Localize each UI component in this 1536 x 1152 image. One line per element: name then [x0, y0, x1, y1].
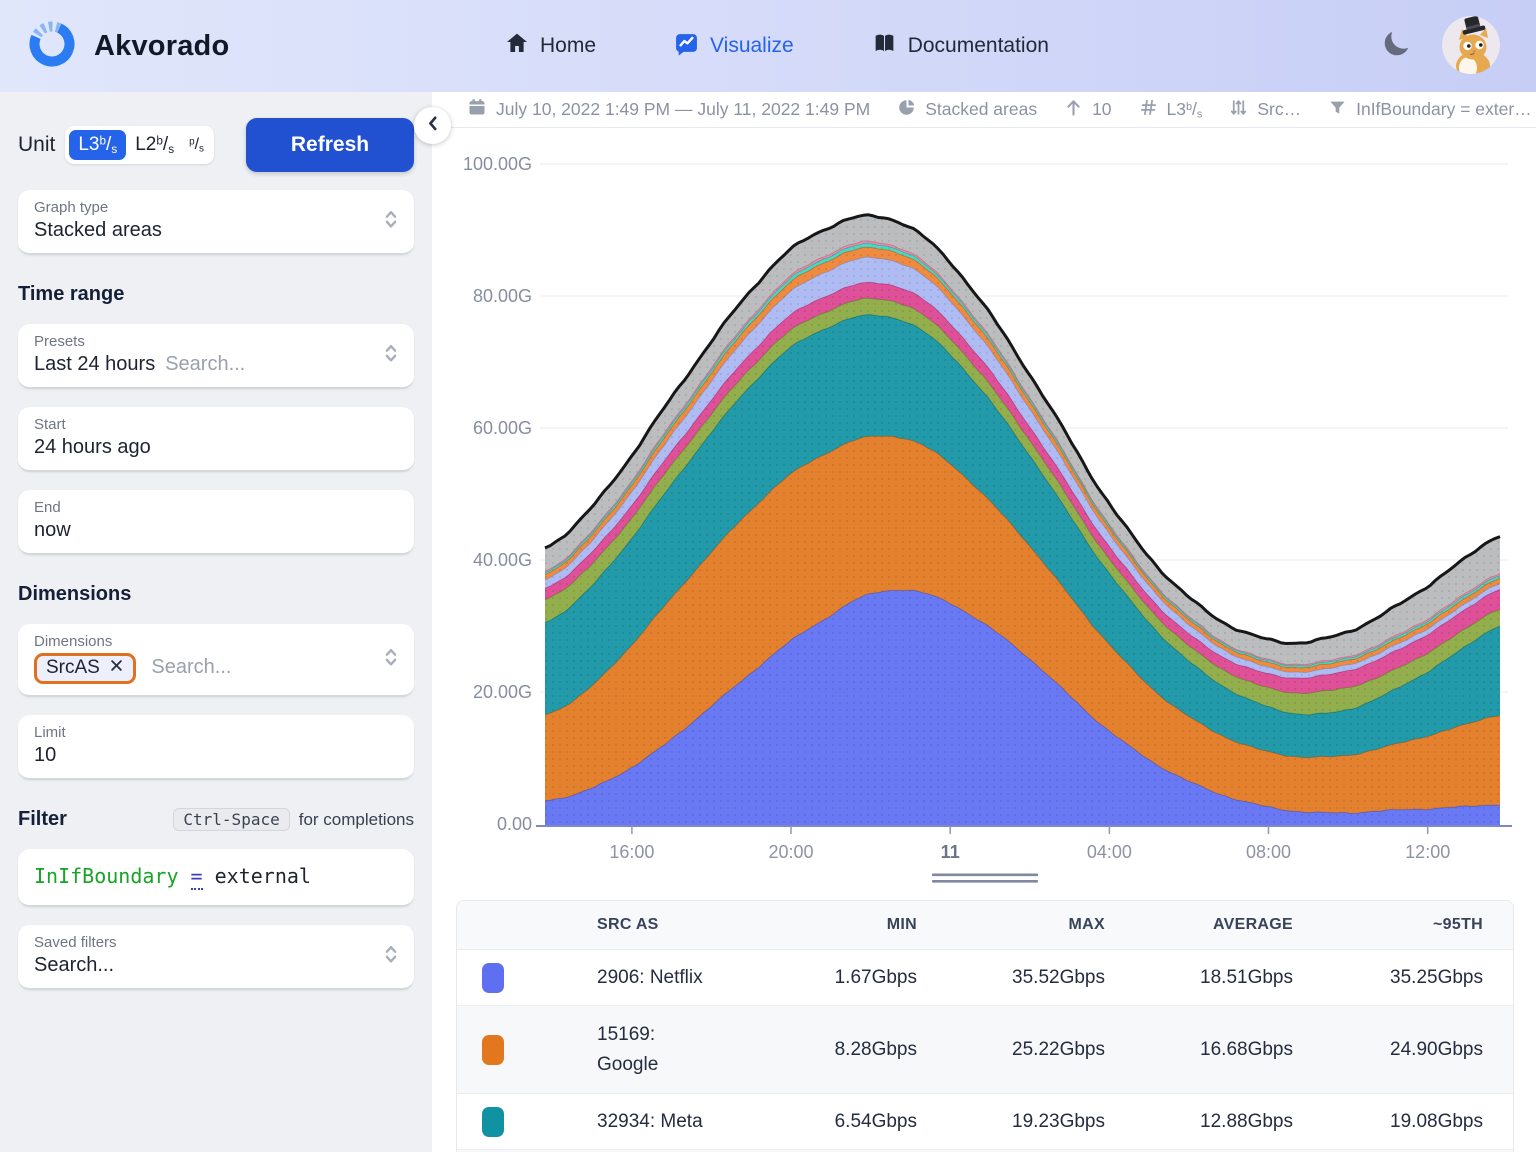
- home-icon: [505, 31, 529, 61]
- filter-editor[interactable]: InIfBoundary = external: [18, 849, 414, 907]
- summary-date-range: July 10, 2022 1:49 PM — July 11, 2022 1:…: [467, 97, 870, 122]
- svg-text:12:00: 12:00: [1405, 842, 1450, 862]
- collapse-icon: [424, 114, 442, 137]
- saved-filters-search-input[interactable]: Search...: [34, 954, 398, 977]
- nav-home[interactable]: Home: [505, 31, 596, 61]
- unit-option-l3bps[interactable]: L3b/s: [69, 130, 127, 160]
- app-title: Akvorado: [94, 29, 230, 62]
- funnel-icon: [1328, 98, 1347, 122]
- summary-filter: InIfBoundary = exter…: [1328, 98, 1532, 122]
- start-field[interactable]: Start 24 hours ago: [18, 407, 414, 472]
- svg-text:60.00G: 60.00G: [473, 418, 532, 438]
- main-panel: July 10, 2022 1:49 PM — July 11, 2022 1:…: [432, 92, 1536, 1152]
- graph-type-value: Stacked areas: [34, 219, 162, 241]
- chevron-updown-icon: [380, 340, 402, 371]
- svg-text:20.00G: 20.00G: [473, 682, 532, 702]
- filter-field: InIfBoundary: [34, 864, 179, 888]
- presets-search-input[interactable]: Search...: [165, 353, 245, 375]
- sidebar: Unit L3b/s L2b/s p/s Refresh Graph type …: [0, 92, 432, 1152]
- dimensions-select[interactable]: Dimensions SrcAS Search...: [18, 624, 414, 697]
- chevron-updown-icon: [380, 644, 402, 675]
- graph-summary-toolbar: July 10, 2022 1:49 PM — July 11, 2022 1:…: [432, 92, 1536, 128]
- col-max: MAX: [947, 901, 1135, 950]
- visualize-icon: [674, 31, 699, 62]
- saved-filters-select[interactable]: Saved filters Search...: [18, 925, 414, 990]
- filter-value: external: [214, 864, 311, 888]
- summary-graph-type: Stacked areas: [897, 98, 1037, 122]
- col-src-as: SRC AS: [529, 901, 759, 950]
- series-color-swatch: [482, 962, 504, 993]
- table-row[interactable]: 15169: Google 8.28Gbps 25.22Gbps 16.68Gb…: [457, 1005, 1513, 1094]
- src-as-cell: 15169: Google: [597, 1023, 659, 1075]
- documentation-icon: [872, 31, 897, 62]
- traffic-stacked-area-chart[interactable]: 16:00 20:00 11 04:00 08:00 12:00 100.00G 80.00G…: [432, 127, 1536, 899]
- dimensions-heading: Dimensions: [18, 583, 132, 605]
- navbar: Akvorado Home Visualize Documentation: [0, 0, 1536, 92]
- unit-option-pps[interactable]: p/s: [183, 132, 210, 158]
- series-stats-table: SRC AS MIN MAX AVERAGE ~95TH 2906: Netfl…: [456, 900, 1514, 1152]
- unit-option-l2bps[interactable]: L2b/s: [126, 130, 183, 160]
- unit-selector: L3b/s L2b/s p/s: [65, 126, 214, 164]
- arrow-up-icon: [1064, 98, 1083, 122]
- calendar-icon: [467, 97, 487, 122]
- src-as-cell: 2906: Netflix: [597, 966, 703, 988]
- presets-value: Last 24 hours: [34, 353, 156, 375]
- graph-type-select[interactable]: Graph type Stacked areas: [18, 190, 414, 255]
- svg-text:0.00: 0.00: [497, 814, 532, 834]
- refresh-button[interactable]: Refresh: [246, 118, 414, 172]
- close-icon[interactable]: [109, 657, 124, 679]
- moon-icon: [1381, 31, 1411, 63]
- pie-icon: [897, 98, 916, 122]
- table-header-row: SRC AS MIN MAX AVERAGE ~95TH: [457, 901, 1513, 950]
- nav-documentation[interactable]: Documentation: [872, 31, 1049, 62]
- columns-icon: [1229, 98, 1248, 122]
- nav-links: Home Visualize Documentation: [505, 0, 1049, 92]
- unit-row: Unit L3b/s L2b/s p/s Refresh: [18, 118, 414, 172]
- svg-text:40.00G: 40.00G: [473, 550, 532, 570]
- svg-text:11: 11: [941, 842, 960, 862]
- end-value: now: [34, 519, 71, 541]
- filter-operator: =: [190, 864, 203, 890]
- unit-label: Unit: [18, 133, 56, 156]
- svg-text:80.00G: 80.00G: [473, 286, 532, 306]
- filter-heading: Filter: [18, 808, 67, 830]
- hash-icon: [1139, 98, 1158, 122]
- summary-unit: L3b/s: [1139, 98, 1202, 122]
- graph-type-label: Graph type: [34, 199, 109, 216]
- src-as-cell: 32934: Meta: [597, 1110, 703, 1132]
- table-row[interactable]: 2906: Netflix 1.67Gbps 35.52Gbps 18.51Gb…: [457, 949, 1513, 1006]
- sidebar-collapse-button[interactable]: [414, 107, 451, 144]
- limit-value: 10: [34, 744, 57, 766]
- kbd-ctrl-space: Ctrl-Space: [173, 808, 290, 831]
- chevron-updown-icon: [380, 941, 402, 972]
- presets-select[interactable]: Presets Last 24 hours Search...: [18, 324, 414, 389]
- datazoom-slider[interactable]: [932, 873, 1038, 883]
- filter-hint: for completions: [298, 809, 414, 829]
- svg-text:100.00G: 100.00G: [463, 154, 532, 174]
- start-value: 24 hours ago: [34, 436, 151, 458]
- svg-text:16:00: 16:00: [609, 842, 654, 862]
- time-range-heading: Time range: [18, 283, 125, 305]
- summary-limit: 10: [1064, 98, 1112, 122]
- svg-text:08:00: 08:00: [1246, 842, 1291, 862]
- brand: Akvorado: [26, 18, 229, 75]
- dimension-chip-srcas[interactable]: SrcAS: [34, 653, 136, 684]
- svg-text:20:00: 20:00: [768, 842, 813, 862]
- svg-text:04:00: 04:00: [1087, 842, 1132, 862]
- summary-dimensions: Src…: [1229, 98, 1301, 122]
- nav-visualize[interactable]: Visualize: [674, 31, 794, 62]
- logo: [26, 18, 78, 75]
- series-color-swatch: [482, 1034, 504, 1065]
- col-average: AVERAGE: [1135, 901, 1323, 950]
- table-row[interactable]: 32934: Meta 6.54Gbps 19.23Gbps 12.88Gbps…: [457, 1093, 1513, 1150]
- dark-mode-toggle[interactable]: [1381, 29, 1415, 63]
- col-95th: ~95TH: [1323, 901, 1513, 950]
- col-min: MIN: [759, 901, 947, 950]
- avatar[interactable]: [1442, 16, 1500, 74]
- limit-field[interactable]: Limit 10: [18, 715, 414, 780]
- chevron-updown-icon: [380, 206, 402, 237]
- series-color-swatch: [482, 1106, 504, 1137]
- dimensions-search-input[interactable]: Search...: [151, 656, 231, 678]
- end-field[interactable]: End now: [18, 490, 414, 555]
